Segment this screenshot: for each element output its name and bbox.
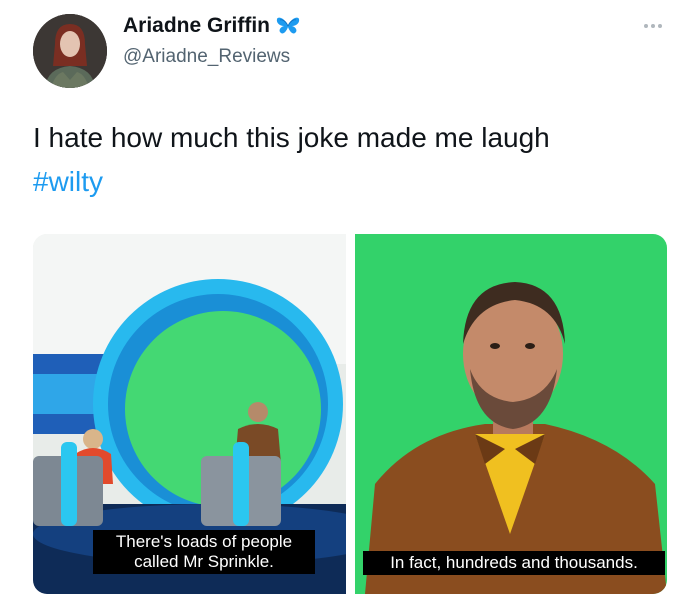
caption-right: In fact, hundreds and thousands.: [363, 551, 665, 575]
display-name[interactable]: Ariadne Griffin: [123, 14, 270, 38]
name-row: Ariadne Griffin: [123, 14, 300, 38]
tweet-media[interactable]: There's loads of people called Mr Sprink…: [33, 234, 667, 594]
caption-left-line2: called Mr Sprinkle.: [134, 552, 274, 571]
caption-left-line1: There's loads of people: [115, 532, 293, 551]
caption-left: There's loads of people called Mr Sprink…: [93, 530, 315, 574]
tweet-card: Ariadne Griffin @Ariadne_Reviews I hate …: [0, 0, 700, 614]
tweet-text: I hate how much this joke made me laugh …: [33, 116, 550, 204]
avatar[interactable]: [33, 14, 107, 88]
more-options-icon[interactable]: [640, 20, 666, 32]
avatar-image: [33, 14, 107, 88]
user-handle[interactable]: @Ariadne_Reviews: [123, 46, 290, 68]
media-image-right[interactable]: In fact, hundreds and thousands.: [355, 234, 667, 594]
media-image-left[interactable]: There's loads of people called Mr Sprink…: [33, 234, 346, 594]
tweet-body: I hate how much this joke made me laugh: [33, 122, 550, 153]
butterfly-icon: [276, 17, 300, 34]
closeup-scene: [355, 234, 667, 594]
hashtag-link[interactable]: #wilty: [33, 160, 550, 204]
